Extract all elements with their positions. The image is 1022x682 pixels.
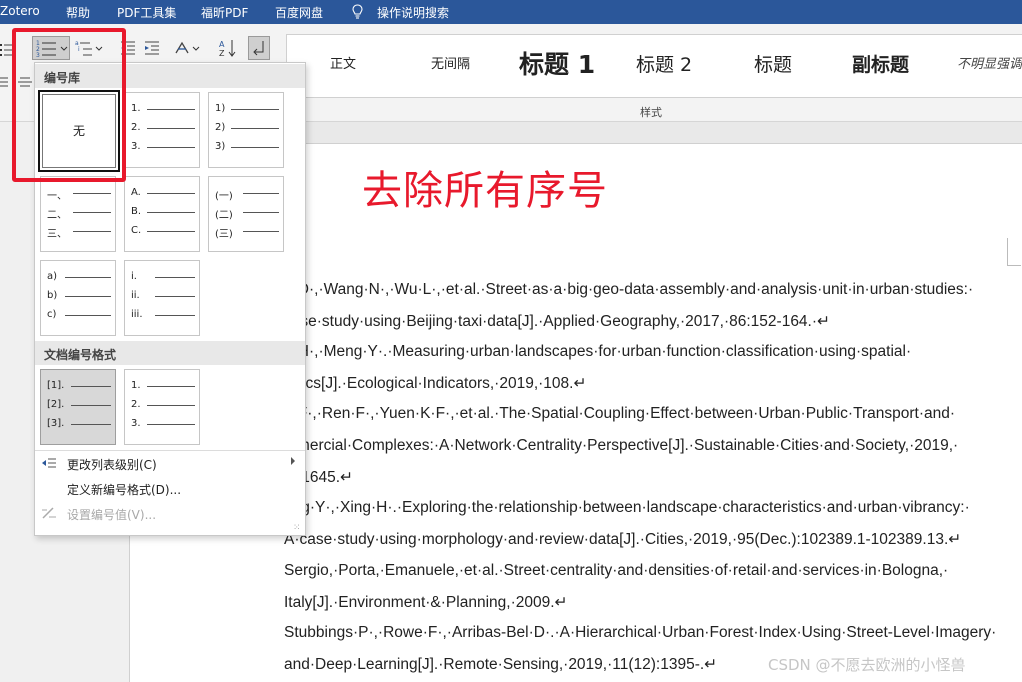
document-formats-header: 文档编号格式 bbox=[35, 341, 305, 365]
styles-gallery: 正文 无间隔 标题 1 标题 2 标题 副标题 不明显强调 bbox=[286, 34, 1022, 98]
style-no-spacing[interactable]: 无间隔 bbox=[431, 35, 470, 97]
numbering-tile-decimal-paren[interactable]: 1) 2) 3) bbox=[208, 92, 284, 168]
reference-line: u·D·,·Wang·N·,·Wu·L·,·et·al.·Street·as·a… bbox=[284, 281, 974, 298]
reference-line: etrics[J].·Ecological·Indicators,·2019,·… bbox=[284, 375, 587, 392]
menu-foxit-pdf[interactable]: 福昕PDF bbox=[201, 4, 248, 21]
document-format-decimal[interactable]: 1. 2. 3. bbox=[124, 369, 200, 445]
reference-line: Stubbings·P·,·Rowe·F·,·Arribas-Bel·D·.·A… bbox=[284, 624, 997, 641]
style-heading-1[interactable]: 标题 1 bbox=[519, 35, 595, 97]
style-subtle-emphasis[interactable]: 不明显强调 bbox=[957, 35, 1022, 97]
svg-text:Z: Z bbox=[219, 49, 225, 58]
change-list-level-item[interactable]: 更改列表级别(C) bbox=[35, 451, 305, 475]
styles-group-caption: 样式 bbox=[640, 106, 662, 119]
reference-line: Italy[J].·Environment·&·Planning,·2009.↵ bbox=[284, 594, 568, 611]
style-normal[interactable]: 正文 bbox=[330, 35, 356, 97]
set-numbering-value-icon bbox=[42, 507, 56, 519]
annotation-text: 去除所有序号 bbox=[362, 168, 608, 214]
lightbulb-icon bbox=[352, 4, 363, 19]
reference-line: A·case·study·using·morphology·and·review… bbox=[284, 531, 962, 548]
reference-line: Sergio,·Porta,·Emanuele,·et·al.·Street·c… bbox=[284, 562, 949, 579]
style-title[interactable]: 标题 bbox=[754, 35, 792, 97]
chinese-layout-icon[interactable] bbox=[174, 37, 204, 59]
style-heading-2[interactable]: 标题 2 bbox=[636, 35, 692, 97]
reference-line: n·F·,·Ren·F·,·Yuen·K·F·,·et·al.·The·Spat… bbox=[284, 405, 956, 422]
menu-zotero[interactable]: Zotero bbox=[0, 4, 40, 18]
reference-line: mmercial·Complexes:·A·Network·Centrality… bbox=[284, 437, 959, 454]
numbering-tile-chinese-paren[interactable]: (一) (二) (三) bbox=[208, 176, 284, 252]
page-margin-mark bbox=[1007, 238, 1021, 266]
align-left-icon[interactable] bbox=[0, 72, 8, 94]
reference-line: and·Deep·Learning[J].·Remote·Sensing,·20… bbox=[284, 656, 718, 673]
menu-bar: Zotero 帮助 PDF工具集 福昕PDF 百度网盘 操作说明搜索 bbox=[0, 0, 1022, 24]
increase-indent-icon[interactable] bbox=[144, 37, 160, 59]
numbering-tile-lower-roman[interactable]: i. ii. iii. bbox=[124, 260, 200, 336]
sort-icon[interactable]: AZ bbox=[218, 37, 238, 59]
document-format-bracket[interactable]: [1]. [2]. [3]. bbox=[40, 369, 116, 445]
highlight-box bbox=[12, 28, 126, 182]
menu-help[interactable]: 帮助 bbox=[66, 4, 90, 21]
numbering-tile-upper-alpha[interactable]: A. B. C. bbox=[124, 176, 200, 252]
resize-grip-icon[interactable]: ⁙ bbox=[293, 523, 301, 533]
set-numbering-value-item[interactable]: 设置编号值(V)... bbox=[35, 501, 305, 525]
reference-line: case·study·using·Beijing·taxi·data[J].·A… bbox=[284, 313, 831, 330]
search-instructions[interactable]: 操作说明搜索 bbox=[377, 4, 449, 21]
submenu-arrow-icon bbox=[291, 457, 295, 465]
style-subtitle[interactable]: 副标题 bbox=[852, 35, 909, 97]
numbering-tile-lower-alpha[interactable]: a) b) c) bbox=[40, 260, 116, 336]
change-list-level-icon bbox=[42, 458, 56, 468]
show-marks-icon[interactable] bbox=[248, 36, 270, 60]
watermark: CSDN @不愿去欧洲的小怪兽 bbox=[768, 656, 966, 674]
word-window: Zotero 帮助 PDF工具集 福昕PDF 百度网盘 操作说明搜索 1 2 3… bbox=[0, 0, 1022, 682]
svg-text:A: A bbox=[219, 40, 225, 49]
menu-pdf-tools[interactable]: PDF工具集 bbox=[117, 4, 176, 21]
reference-line: eng·Y·,·Xing·H·.·Exploring·the·relations… bbox=[284, 499, 970, 516]
menu-baidu-netdisk[interactable]: 百度网盘 bbox=[275, 4, 323, 21]
numbering-tile-decimal-dot[interactable]: 1. 2. 3. bbox=[124, 92, 200, 168]
numbering-tile-chinese[interactable]: 一、 二、 三、 bbox=[40, 176, 116, 252]
define-new-format-item[interactable]: 定义新编号格式(D)... bbox=[35, 476, 305, 500]
reference-line: g·H·,·Meng·Y·.·Measuring·urban·landscape… bbox=[284, 343, 912, 360]
